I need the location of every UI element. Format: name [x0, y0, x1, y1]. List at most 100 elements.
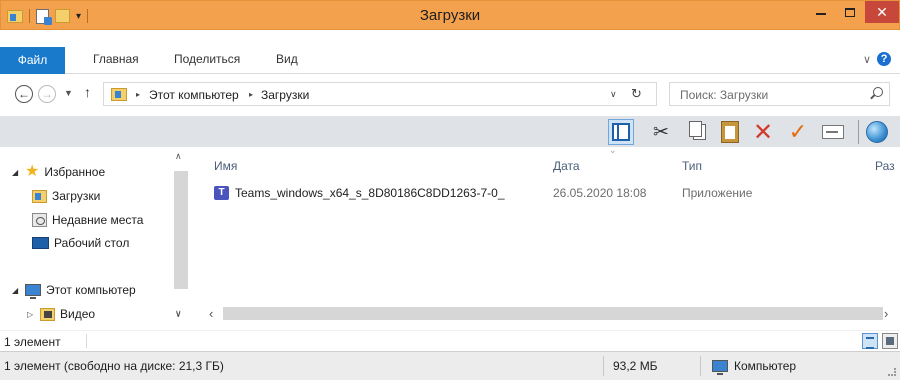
maximize-button[interactable] — [837, 1, 863, 23]
tab-view[interactable]: Вид — [276, 52, 298, 66]
item-count: 1 элемент — [4, 335, 61, 349]
help-icon[interactable]: ? — [877, 52, 892, 66]
column-header-size[interactable]: Раз — [875, 159, 895, 173]
recent-locations-chevron-icon[interactable]: ▼ — [64, 88, 73, 98]
refresh-icon[interactable]: ↻ — [631, 86, 642, 102]
free-space-text: 1 элемент (свободно на диске: 21,3 ГБ) — [4, 359, 224, 373]
tab-share[interactable]: Поделиться — [174, 52, 240, 66]
nav-item-label: Избранное — [44, 165, 106, 179]
pane-icon — [612, 123, 630, 141]
properties-button[interactable] — [820, 119, 846, 145]
column-header-type[interactable]: Тип — [682, 159, 702, 173]
delete-button[interactable]: ✕ — [750, 119, 776, 146]
column-header-name[interactable]: Имя — [214, 159, 237, 173]
recent-places-icon — [32, 213, 47, 227]
horizontal-scrollbar[interactable]: ‹ › — [192, 305, 900, 322]
tab-home[interactable]: Главная — [93, 52, 139, 66]
breadcrumb-separator-icon[interactable]: ▸ — [136, 90, 140, 99]
expand-ribbon-icon[interactable]: ∨ — [863, 53, 871, 66]
location-zone: Компьютер — [712, 359, 797, 375]
breadcrumb-downloads[interactable]: Загрузки — [261, 88, 309, 102]
navigation-pane: ◢ ★ Избранное Загрузки Недавние места Ра… — [0, 147, 188, 330]
search-input[interactable]: Поиск: Загрузки — [680, 88, 768, 102]
nav-item-label: Этот компьютер — [46, 283, 136, 297]
up-button[interactable]: ↑ — [84, 84, 91, 100]
file-date: 26.05.2020 18:08 — [553, 186, 647, 200]
paste-icon — [721, 121, 739, 143]
scroll-thumb[interactable] — [223, 307, 883, 320]
nav-item-downloads[interactable]: Загрузки — [32, 189, 100, 203]
forward-button[interactable]: → — [38, 85, 56, 103]
breadcrumb-separator-icon[interactable]: ▸ — [249, 90, 253, 99]
nav-pane-scrollbar[interactable]: ∧ ∨ — [172, 147, 188, 330]
teams-icon: T — [214, 186, 229, 200]
ribbon-controls: ∨ ? — [863, 52, 892, 66]
downloads-folder-icon — [32, 189, 47, 203]
paste-button[interactable] — [717, 119, 743, 145]
navigation-pane-button[interactable] — [608, 119, 634, 145]
maximize-icon — [845, 7, 855, 17]
minimize-button[interactable] — [807, 1, 835, 23]
back-button[interactable]: ← — [15, 85, 33, 103]
address-history-chevron-icon[interactable]: ∨ — [610, 89, 617, 100]
status-separator — [603, 356, 604, 376]
location-label: Компьютер — [734, 359, 797, 373]
column-header-date[interactable]: Дата — [553, 159, 580, 173]
window-title: Загрузки — [419, 7, 481, 24]
tab-file[interactable]: Файл — [0, 47, 65, 74]
nav-item-recent[interactable]: Недавние места — [32, 213, 143, 227]
toolbar-separator — [858, 120, 859, 144]
details-view-button[interactable] — [862, 333, 878, 349]
status-separator — [86, 334, 87, 348]
nav-item-label: Рабочий стол — [54, 236, 130, 250]
item-status-line: 1 элемент — [0, 330, 900, 351]
file-name-cell[interactable]: T Teams_windows_x64_s_8D80186C8DD1263-7-… — [214, 186, 505, 200]
copy-button[interactable] — [686, 119, 712, 145]
nav-item-label: Загрузки — [52, 189, 101, 203]
search-icon[interactable] — [873, 87, 883, 97]
file-name: Teams_windows_x64_s_8D80186C8DD1263-7-0_ — [235, 186, 505, 200]
videos-folder-icon — [40, 307, 55, 321]
scroll-left-icon[interactable]: ‹ — [209, 306, 213, 321]
expand-arrow-icon[interactable]: ◢ — [12, 168, 20, 177]
scroll-right-icon[interactable]: › — [884, 306, 888, 321]
scroll-thumb[interactable] — [174, 171, 188, 289]
star-icon: ★ — [25, 163, 40, 180]
large-icons-view-button[interactable] — [882, 333, 898, 349]
cut-button[interactable]: ✂ — [648, 119, 674, 145]
rename-button[interactable]: ✓ — [785, 119, 811, 145]
nav-item-label: Недавние места — [52, 213, 144, 227]
nav-item-desktop[interactable]: Рабочий стол — [32, 236, 129, 250]
nav-item-label: Видео — [60, 307, 96, 321]
file-list: ⌄ Имя Дата Тип Раз T Teams_windows_x64_s… — [192, 145, 900, 305]
computer-icon — [25, 284, 41, 299]
file-type: Приложение — [682, 186, 753, 200]
close-button[interactable]: ✕ — [865, 1, 899, 23]
globe-icon — [866, 121, 888, 143]
nav-item-videos[interactable]: ▷ Видео — [27, 307, 95, 321]
scroll-up-icon[interactable]: ∧ — [175, 151, 182, 162]
selection-size: 93,2 МБ — [613, 359, 658, 373]
command-toolbar: ✂ ✕ ✓ — [0, 116, 900, 147]
resize-grip-icon[interactable] — [888, 368, 896, 376]
copy-icon — [688, 121, 706, 140]
nav-item-this-pc[interactable]: ◢ Этот компьютер — [12, 283, 136, 299]
title-bar: ▾ Загрузки ✕ — [0, 0, 900, 30]
sort-indicator-icon: ⌄ — [609, 145, 617, 155]
nav-scroll-down-icon[interactable]: ∨ — [175, 308, 182, 319]
minimize-icon — [816, 13, 826, 15]
expand-arrow-icon[interactable]: ◢ — [12, 286, 20, 295]
collapse-arrow-icon[interactable]: ▷ — [27, 310, 35, 319]
properties-icon — [822, 125, 844, 139]
address-row: ← → ▼ ↑ ▸ Этот компьютер ▸ Загрузки ∨ ↻ … — [0, 82, 900, 108]
nav-item-favorites[interactable]: ◢ ★ Избранное — [12, 163, 106, 180]
downloads-folder-icon — [111, 88, 127, 101]
status-separator — [700, 356, 701, 376]
address-bar[interactable]: ▸ Этот компьютер ▸ Загрузки ∨ ↻ — [103, 82, 657, 106]
breadcrumb-this-pc[interactable]: Этот компьютер — [149, 88, 239, 102]
table-row[interactable]: T Teams_windows_x64_s_8D80186C8DD1263-7-… — [192, 181, 900, 205]
search-box[interactable]: Поиск: Загрузки — [669, 82, 890, 106]
computer-icon — [712, 360, 728, 375]
desktop-icon — [32, 237, 49, 249]
globe-button[interactable] — [864, 119, 890, 145]
